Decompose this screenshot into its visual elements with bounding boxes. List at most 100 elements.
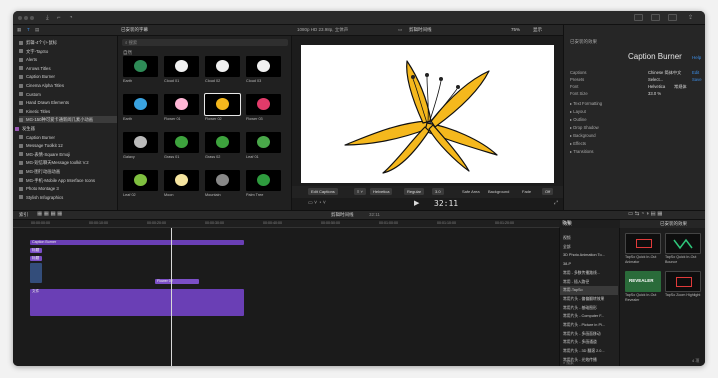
sidebar-item[interactable]: MG-表情-Square Emoji [19,151,117,158]
background-tasks-icon[interactable]: ◔ [69,14,73,22]
sidebar-item[interactable]: Message Toolkit 12 [19,142,117,149]
effects-category-item[interactable]: 常用片头 - 基础图形 [560,304,618,313]
effects-category-item[interactable]: 视频 [560,234,618,243]
caption-clip[interactable]: Caption Burner [30,240,244,245]
effects-category-item[interactable]: 常用 - 多数传播路线... [560,269,618,278]
main-clip[interactable]: 文件 [30,289,244,316]
zoom-menu[interactable]: 75% [511,27,520,32]
titles-icon[interactable]: T [27,27,30,32]
play-icon[interactable]: ▶ [414,199,419,207]
sidebar-item[interactable]: Caption Burner [19,134,117,141]
font-style-menu[interactable]: 常规体 [674,84,687,90]
sidebar-item[interactable]: Custom [19,91,117,98]
sidebar-item[interactable]: Stylish Infographics [19,194,117,201]
keywords-icon[interactable]: ⌐ [57,14,61,22]
help-button[interactable]: Help [692,55,701,60]
inspector-group[interactable]: ▸ Background [570,133,596,138]
sidebar-item[interactable]: Hand Drawn Elements [19,99,117,106]
off-menu[interactable]: Off [542,188,554,195]
inspector-group[interactable]: ▸ Drop Shadow [570,125,599,130]
title-thumbnail[interactable]: Moon [164,170,199,199]
flower-clip[interactable]: Flower 02 [155,279,199,284]
import-icon[interactable]: ⤓ [46,14,49,22]
zoom-window-button[interactable] [30,16,34,20]
fullscreen-icon[interactable]: ⤢ [554,200,558,206]
edit-captions-button[interactable]: Edit Captions [308,188,338,195]
size-field[interactable]: 3.0 [432,188,444,195]
title-thumbnail[interactable]: Cloud 03 [246,56,281,85]
inspector-row-action[interactable]: Edit [692,70,699,75]
search-input[interactable]: ⌕ 搜索 [122,39,288,46]
effects-category-item[interactable]: 常用片头 - 多画面移动 [560,330,618,339]
inspector-row-action[interactable]: Save [692,77,702,82]
tools-icon[interactable]: ▭ ˅ ◔ ˅ [308,200,326,206]
video-clip[interactable] [30,263,42,283]
effects-search-input[interactable]: ⌕ 搜索 [560,359,618,366]
effects-category-item[interactable]: 常用片头 - 偏偏翻转效果 [560,295,618,304]
sidebar-item[interactable]: Arrows Titles [19,65,117,72]
alignment-menu[interactable]: ≡ ˅ [354,188,366,195]
title-thumbnail[interactable]: Leaf 02 [123,170,158,199]
inspector-row-value[interactable]: 33.0 % [648,91,661,96]
title-thumbnail[interactable]: Flower 03 [246,94,281,123]
effects-category-item[interactable]: 常用片头 - Picture in Pi... [560,321,618,330]
title-clip[interactable]: 标题 [30,248,42,253]
font-menu[interactable]: Helvetica [370,188,393,195]
sidebar-item[interactable]: MG-150种可爱卡通新闻几素小动画 [19,116,117,124]
effects-category-item[interactable]: 3D Photo Animation To... [560,251,618,260]
effects-category-item[interactable]: 常用片头 - 多画通道 [560,338,618,347]
title-thumbnail[interactable]: Earth [123,56,158,85]
title-thumbnail[interactable]: Earth [123,94,158,123]
inspector-group[interactable]: ▸ Outline [570,117,587,122]
title-thumbnail[interactable]: Mountain [205,170,240,199]
inspector-group[interactable]: ▸ Effects [570,141,586,146]
sidebar-item[interactable]: MG-手机-Mobile App Interface Icons [19,177,117,184]
effects-category-item[interactable]: 全部 [560,243,618,252]
photos-icon[interactable]: ▤ [35,27,39,33]
effects-category-item[interactable]: 常用 - 插入路径 [560,278,618,287]
sidebar-item[interactable]: Kinetic Titles [19,108,117,115]
timeline-mode-icons[interactable]: ▦ ▦ ▦ ▦ [37,211,62,217]
effects-category-item[interactable]: 常用-TapSo [560,286,618,296]
inspector-group[interactable]: ▸ Transitions [570,149,594,154]
sidebar-item[interactable]: Cinema Alpha Titles [19,82,117,89]
title-thumbnail[interactable]: Grass 01 [164,132,199,161]
effect-bounce[interactable]: TapSo Quick In-Out Bounce [665,233,701,264]
title-clip[interactable]: 标题 [30,256,42,261]
title-thumbnail[interactable]: Palm Tree [246,170,281,199]
layout-inspector-toggle[interactable] [668,14,677,21]
inspector-row-value[interactable]: Select... [648,77,663,82]
style-menu[interactable]: Regular [404,188,425,195]
inspector-row-value[interactable]: Helvetica [648,84,665,89]
timeline-ruler[interactable]: 00:00:00:00 00:00:10:00 00:00:20:00 00:00:3… [13,220,559,228]
sidebar-item[interactable]: MG-短信聊天Message toolkit V.2 [19,159,117,166]
effect-zoom-highlight[interactable]: TapSo Zoom Highlight [665,271,701,298]
title-thumbnail[interactable]: Flower 01 [164,94,199,123]
title-thumbnail[interactable]: Cloud 02 [205,56,240,85]
effects-category-item[interactable]: 38-P [560,260,618,269]
safe-area-checkbox[interactable]: Safe Area [462,188,480,195]
effects-category-item[interactable]: 常用片头 - 3D 翻滚 2.0... [560,347,618,356]
effect-revealer[interactable]: REVEALER TapSo Quick In-Out Revealer [625,271,661,302]
sidebar-item[interactable]: 剪辑-4个小-鼠标 [19,39,117,46]
title-thumbnail[interactable]: Galaxy [123,132,158,161]
minimize-window-button[interactable] [24,16,28,20]
effects-category-item[interactable]: 常用片头 - Computer F... [560,312,618,321]
effect-animator[interactable]: TapSo Quick In-Out Animator [625,233,661,264]
sidebar-item[interactable]: MG-图行动画动画 [19,168,117,175]
inspector-group[interactable]: ▸ Text Formatting [570,101,602,106]
inspector-row-value[interactable]: Chinese 简体中文 [648,70,681,76]
title-thumbnail[interactable]: Leaf 01 [246,132,281,161]
sidebar-item[interactable]: 文字-TapSo [19,48,117,55]
sidebar-item[interactable]: Photo Montage 3 [19,185,117,192]
media-icon[interactable]: ▦ [17,27,21,33]
layout-timeline-toggle[interactable] [651,14,660,21]
index-button[interactable]: 索引 [19,212,28,218]
playhead[interactable] [171,228,172,366]
sidebar-section-generators[interactable]: 发生器 [15,125,113,132]
timeline-tools-icons[interactable]: ▭ ⇆ ◔ ◑ ▤ ▦ [628,211,662,217]
inspector-group[interactable]: ▸ Layout [570,109,586,114]
share-icon[interactable]: ⇪ [688,14,693,22]
layout-browser-toggle[interactable] [634,14,643,21]
view-menu[interactable]: 显示 [533,27,542,33]
